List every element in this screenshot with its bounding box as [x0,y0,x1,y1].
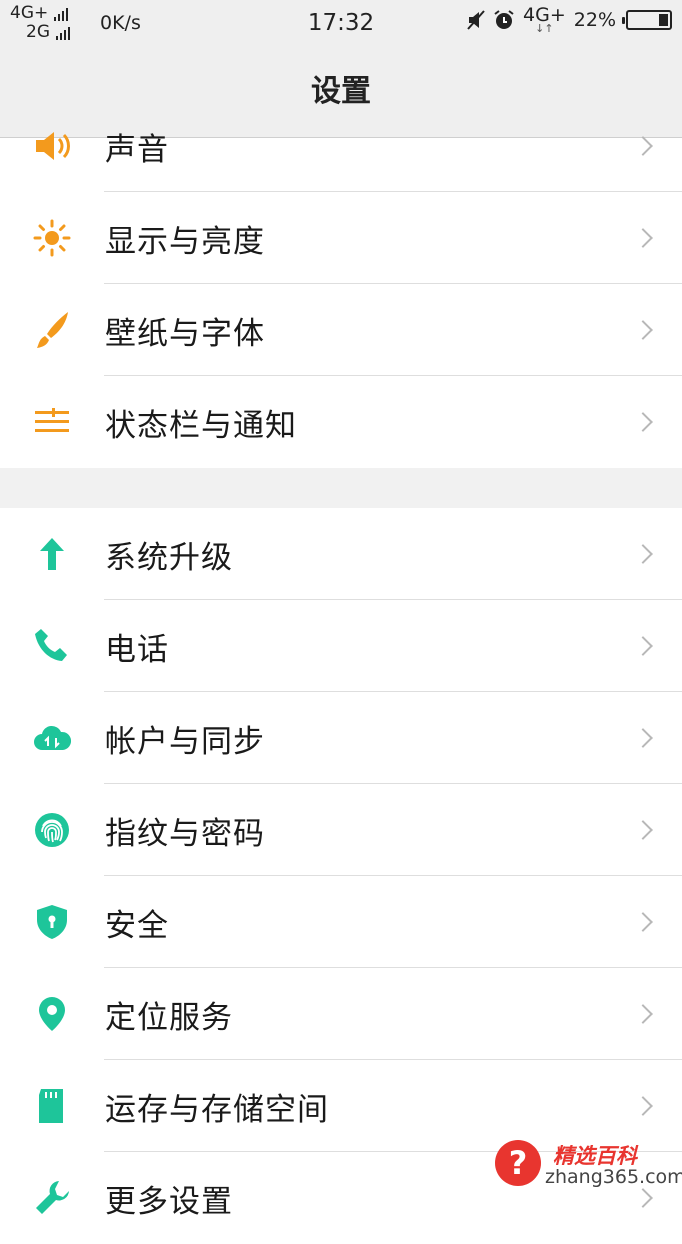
phone-icon [30,624,74,668]
settings-item-label: 状态栏与通知 [105,407,297,444]
arrow-up-icon [30,532,74,576]
settings-item-label: 指纹与密码 [105,815,265,852]
settings-item-label: 系统升级 [105,539,233,576]
speaker-icon [30,124,74,168]
settings-item-label: 安全 [105,907,169,944]
settings-item-fingerprint-password[interactable]: 指纹与密码 [0,784,682,876]
settings-item-label: 电话 [105,631,169,668]
chevron-right-icon [633,544,653,564]
chevron-right-icon [633,228,653,248]
chevron-right-icon [633,320,653,340]
settings-item-phone[interactable]: 电话 [0,600,682,692]
watermark: ? 精选百科 zhang365.com [495,1138,682,1190]
chevron-right-icon [633,912,653,932]
settings-item-display-brightness[interactable]: 显示与亮度 [0,192,682,284]
settings-item-system-update[interactable]: 系统升级 [0,508,682,600]
chevron-right-icon [633,136,653,156]
settings-item-location-services[interactable]: 定位服务 [0,968,682,1060]
settings-item-label: 定位服务 [105,999,233,1036]
chevron-right-icon [633,636,653,656]
notification-bar-icon [30,400,74,444]
status-icons: 4G+ ↓↑ 22% [467,6,672,34]
cloud-sync-icon [30,716,74,760]
watermark-url: zhang365.com [545,1166,682,1188]
location-pin-icon [30,992,74,1036]
alarm-icon [494,10,514,29]
shield-icon [30,900,74,944]
battery-percent: 22% [573,9,616,31]
settings-item-security[interactable]: 安全 [0,876,682,968]
settings-item-label: 更多设置 [105,1183,233,1220]
fingerprint-icon [30,808,74,852]
settings-item-label: 帐户与同步 [105,723,265,760]
chevron-right-icon [633,820,653,840]
status-bar: 4G+ 2G 0K/s 17:32 4G+ ↓↑ 22% [0,0,682,50]
settings-section-system: 系统升级 电话 帐户与同步 指纹与密码 安全 定位服务 运存与存储空间 更多设置 [0,508,682,1244]
settings-item-label: 显示与亮度 [105,223,265,260]
section-gap [0,468,682,508]
chevron-right-icon [633,1096,653,1116]
watermark-question-icon: ? [495,1140,541,1186]
sd-card-icon [30,1084,74,1128]
mute-icon [467,10,485,30]
wrench-icon [30,1176,74,1220]
battery-icon [622,10,672,30]
settings-section-display: 声音 显示与亮度 壁纸与字体 状态栏与通知 [0,100,682,468]
network-type-3: 4G+ ↓↑ [523,4,566,35]
chevron-right-icon [633,728,653,748]
settings-item-label: 壁纸与字体 [105,315,265,352]
settings-item-label: 声音 [105,131,169,168]
chevron-right-icon [633,412,653,432]
settings-item-wallpaper-font[interactable]: 壁纸与字体 [0,284,682,376]
settings-item-label: 运存与存储空间 [105,1091,329,1128]
sun-icon [30,216,74,260]
chevron-right-icon [633,1004,653,1024]
brush-icon [30,308,74,352]
settings-item-sound[interactable]: 声音 [0,100,682,192]
settings-item-status-bar-notifications[interactable]: 状态栏与通知 [0,376,682,468]
settings-item-accounts-sync[interactable]: 帐户与同步 [0,692,682,784]
chevron-right-icon [633,1188,653,1208]
